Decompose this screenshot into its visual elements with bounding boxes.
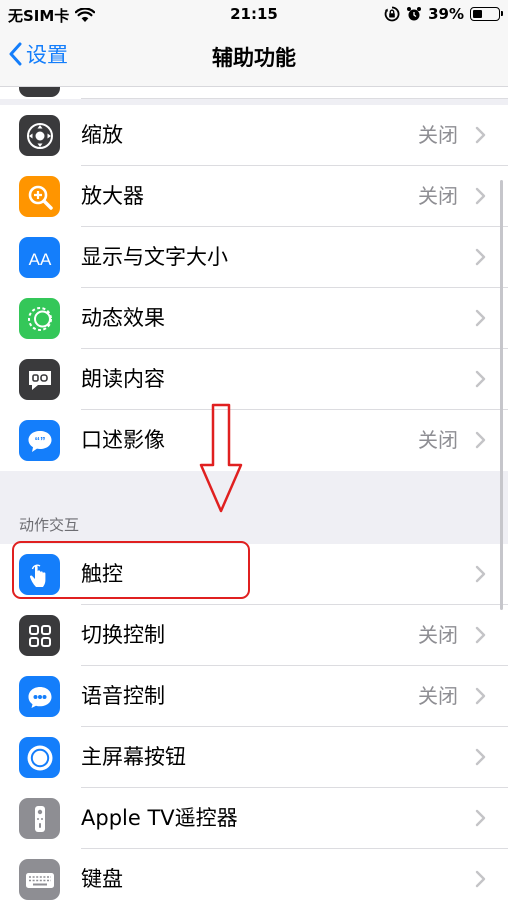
settings-row-zoom[interactable]: 缩放 关闭 xyxy=(0,105,508,166)
chevron-right-icon xyxy=(475,626,486,644)
chevron-right-icon xyxy=(475,126,486,144)
status-bar: 无SIM卡 21:15 39% xyxy=(0,0,508,28)
page-title: 辅助功能 xyxy=(212,46,296,70)
scrollbar[interactable] xyxy=(500,180,503,610)
remote-icon xyxy=(19,798,60,839)
row-label: 语音控制 xyxy=(81,684,165,708)
orientation-lock-icon xyxy=(384,6,400,22)
settings-row-audio-descriptions[interactable]: “” 口述影像 关闭 xyxy=(0,410,508,471)
row-value: 关闭 xyxy=(418,684,458,708)
row-value: 关闭 xyxy=(418,428,458,452)
battery-fill xyxy=(473,10,482,18)
chevron-right-icon xyxy=(475,248,486,266)
partial-row-icon xyxy=(19,87,60,97)
voice-control-icon xyxy=(19,676,60,717)
speech-icon xyxy=(19,359,60,400)
audio-description-icon: “” xyxy=(19,420,60,461)
settings-row-switch-control[interactable]: 切换控制 关闭 xyxy=(0,605,508,666)
status-right: 39% xyxy=(384,5,503,23)
home-button-icon xyxy=(19,737,60,778)
settings-row-spoken-content[interactable]: 朗读内容 xyxy=(0,349,508,410)
chevron-right-icon xyxy=(475,565,486,583)
settings-row-display-text-size[interactable]: AA 显示与文字大小 xyxy=(0,227,508,288)
keyboard-icon xyxy=(19,859,60,900)
row-label: Apple TV遥控器 xyxy=(81,806,238,830)
row-label: 缩放 xyxy=(81,123,123,147)
alarm-icon xyxy=(407,7,422,21)
row-value: 关闭 xyxy=(418,184,458,208)
chevron-right-icon xyxy=(475,187,486,205)
switch-control-icon xyxy=(19,615,60,656)
settings-group-vision: 缩放 关闭 放大器 关闭 AA 显示与文字大小 动态效果 朗读内容 “” 口述影像 关闭 xyxy=(0,105,508,471)
settings-row-home-button[interactable]: 主屏幕按钮 xyxy=(0,727,508,788)
magnifier-icon xyxy=(19,176,60,217)
settings-row-voice-control[interactable]: 语音控制 关闭 xyxy=(0,666,508,727)
zoom-icon xyxy=(19,115,60,156)
row-value: 关闭 xyxy=(418,123,458,147)
chevron-right-icon xyxy=(475,687,486,705)
svg-text:AA: AA xyxy=(28,250,51,269)
row-label: 动态效果 xyxy=(81,306,165,330)
settings-row-magnifier[interactable]: 放大器 关闭 xyxy=(0,166,508,227)
chevron-right-icon xyxy=(475,309,486,327)
row-label: 显示与文字大小 xyxy=(81,245,228,269)
settings-row-apple-tv-remote[interactable]: Apple TV遥控器 xyxy=(0,788,508,849)
annotation-arrow xyxy=(199,403,243,513)
row-value: 关闭 xyxy=(418,623,458,647)
row-label: 放大器 xyxy=(81,184,144,208)
section-header-interaction: 动作交互 xyxy=(19,516,80,534)
row-label: 朗读内容 xyxy=(81,367,165,391)
battery-percent: 39% xyxy=(428,5,464,23)
chevron-right-icon xyxy=(475,431,486,449)
text-size-icon: AA xyxy=(19,237,60,278)
chevron-right-icon xyxy=(475,870,486,888)
row-label: 主屏幕按钮 xyxy=(81,745,186,769)
battery-icon xyxy=(470,7,503,21)
chevron-right-icon xyxy=(475,809,486,827)
motion-icon xyxy=(19,298,60,339)
partial-row xyxy=(0,87,508,99)
annotation-highlight-box xyxy=(12,541,250,599)
navigation-bar: 设置 辅助功能 xyxy=(0,28,508,87)
svg-text:“”: “” xyxy=(34,435,45,447)
settings-row-motion[interactable]: 动态效果 xyxy=(0,288,508,349)
chevron-right-icon xyxy=(475,370,486,388)
row-label: 口述影像 xyxy=(81,428,165,452)
chevron-right-icon xyxy=(475,748,486,766)
row-label: 切换控制 xyxy=(81,623,165,647)
